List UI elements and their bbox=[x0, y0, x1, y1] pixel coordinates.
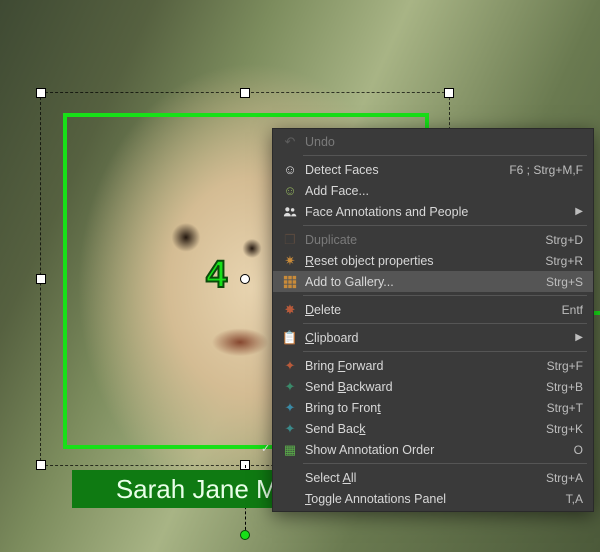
menu-label: Add Face... bbox=[301, 184, 583, 198]
resize-handle-top-right[interactable] bbox=[444, 88, 454, 98]
menu-shortcut: Entf bbox=[562, 303, 583, 317]
bring-forward-icon: ✦ bbox=[279, 358, 301, 374]
menu-item-reset-properties[interactable]: ✷ Reset object properties Strg+R bbox=[273, 250, 593, 271]
menu-label: Clipboard bbox=[301, 331, 569, 345]
menu-separator bbox=[303, 155, 587, 156]
send-backward-icon: ✦ bbox=[279, 379, 301, 395]
menu-shortcut: Strg+A bbox=[546, 471, 583, 485]
menu-item-show-annotation-order[interactable]: ▦ Show Annotation Order O bbox=[273, 439, 593, 460]
menu-item-toggle-annotations-panel[interactable]: Toggle Annotations Panel T,A bbox=[273, 488, 593, 509]
menu-label: Face Annotations and People bbox=[301, 205, 569, 219]
menu-label: Show Annotation Order bbox=[301, 443, 574, 457]
menu-label: Send Back bbox=[301, 422, 546, 436]
people-icon bbox=[279, 205, 301, 219]
send-back-icon: ✦ bbox=[279, 421, 301, 437]
menu-shortcut: Strg+K bbox=[546, 422, 583, 436]
menu-label: Toggle Annotations Panel bbox=[301, 492, 566, 506]
menu-separator bbox=[303, 351, 587, 352]
undo-icon: ↶ bbox=[279, 134, 301, 150]
rotation-handle[interactable] bbox=[240, 530, 250, 540]
menu-label: Bring to Front bbox=[301, 401, 547, 415]
face-icon: ☺ bbox=[279, 162, 301, 177]
menu-label: Select All bbox=[301, 471, 546, 485]
menu-label: Send Backward bbox=[301, 380, 546, 394]
menu-item-face-annotations-people[interactable]: Face Annotations and People ▶ bbox=[273, 201, 593, 222]
resize-handle-middle-left[interactable] bbox=[36, 274, 46, 284]
delete-icon: ✸ bbox=[279, 302, 301, 318]
selection-center-handle[interactable] bbox=[240, 274, 250, 284]
gear-icon: ✷ bbox=[279, 253, 301, 269]
resize-handle-top-middle[interactable] bbox=[240, 88, 250, 98]
menu-item-detect-faces[interactable]: ☺ Detect Faces F6 ; Strg+M,F bbox=[273, 159, 593, 180]
menu-shortcut: F6 ; Strg+M,F bbox=[509, 163, 583, 177]
context-menu: ↶ Undo ☺ Detect Faces F6 ; Strg+M,F ☺ Ad… bbox=[272, 128, 594, 512]
menu-item-add-to-gallery[interactable]: Add to Gallery... Strg+S bbox=[273, 271, 593, 292]
menu-label: Delete bbox=[301, 303, 562, 317]
submenu-arrow-icon: ▶ bbox=[569, 332, 583, 343]
bring-to-front-icon: ✦ bbox=[279, 400, 301, 416]
menu-label: Undo bbox=[301, 135, 583, 149]
menu-shortcut: Strg+R bbox=[545, 254, 583, 268]
menu-label: Detect Faces bbox=[301, 163, 509, 177]
menu-shortcut: Strg+T bbox=[547, 401, 583, 415]
menu-item-bring-to-front[interactable]: ✦ Bring to Front Strg+T bbox=[273, 397, 593, 418]
menu-separator bbox=[303, 463, 587, 464]
menu-shortcut: T,A bbox=[566, 492, 583, 506]
menu-separator bbox=[303, 295, 587, 296]
menu-label: Add to Gallery... bbox=[301, 275, 546, 289]
menu-shortcut: Strg+B bbox=[546, 380, 583, 394]
menu-item-duplicate: ❐ Duplicate Strg+D bbox=[273, 229, 593, 250]
menu-shortcut: Strg+D bbox=[545, 233, 583, 247]
menu-label: Duplicate bbox=[301, 233, 545, 247]
menu-item-select-all[interactable]: Select All Strg+A bbox=[273, 467, 593, 488]
menu-label: Bring Forward bbox=[301, 359, 547, 373]
menu-item-bring-forward[interactable]: ✦ Bring Forward Strg+F bbox=[273, 355, 593, 376]
submenu-arrow-icon: ▶ bbox=[569, 206, 583, 217]
menu-item-send-back[interactable]: ✦ Send Back Strg+K bbox=[273, 418, 593, 439]
menu-label: Reset object properties bbox=[301, 254, 545, 268]
resize-handle-bottom-left[interactable] bbox=[36, 460, 46, 470]
menu-item-add-face[interactable]: ☺ Add Face... bbox=[273, 180, 593, 201]
annotation-order-icon: ▦ bbox=[279, 442, 301, 458]
menu-separator bbox=[303, 225, 587, 226]
menu-item-send-backward[interactable]: ✦ Send Backward Strg+B bbox=[273, 376, 593, 397]
clipboard-icon: 📋 bbox=[279, 330, 301, 346]
duplicate-icon: ❐ bbox=[279, 232, 301, 248]
menu-shortcut: O bbox=[574, 443, 583, 457]
menu-item-undo: ↶ Undo bbox=[273, 131, 593, 152]
menu-item-clipboard[interactable]: 📋 Clipboard ▶ bbox=[273, 327, 593, 348]
menu-separator bbox=[303, 323, 587, 324]
menu-item-delete[interactable]: ✸ Delete Entf bbox=[273, 299, 593, 320]
gallery-icon bbox=[279, 275, 301, 289]
resize-handle-top-left[interactable] bbox=[36, 88, 46, 98]
menu-shortcut: Strg+S bbox=[546, 275, 583, 289]
menu-shortcut: Strg+F bbox=[547, 359, 583, 373]
add-face-icon: ☺ bbox=[279, 183, 301, 198]
